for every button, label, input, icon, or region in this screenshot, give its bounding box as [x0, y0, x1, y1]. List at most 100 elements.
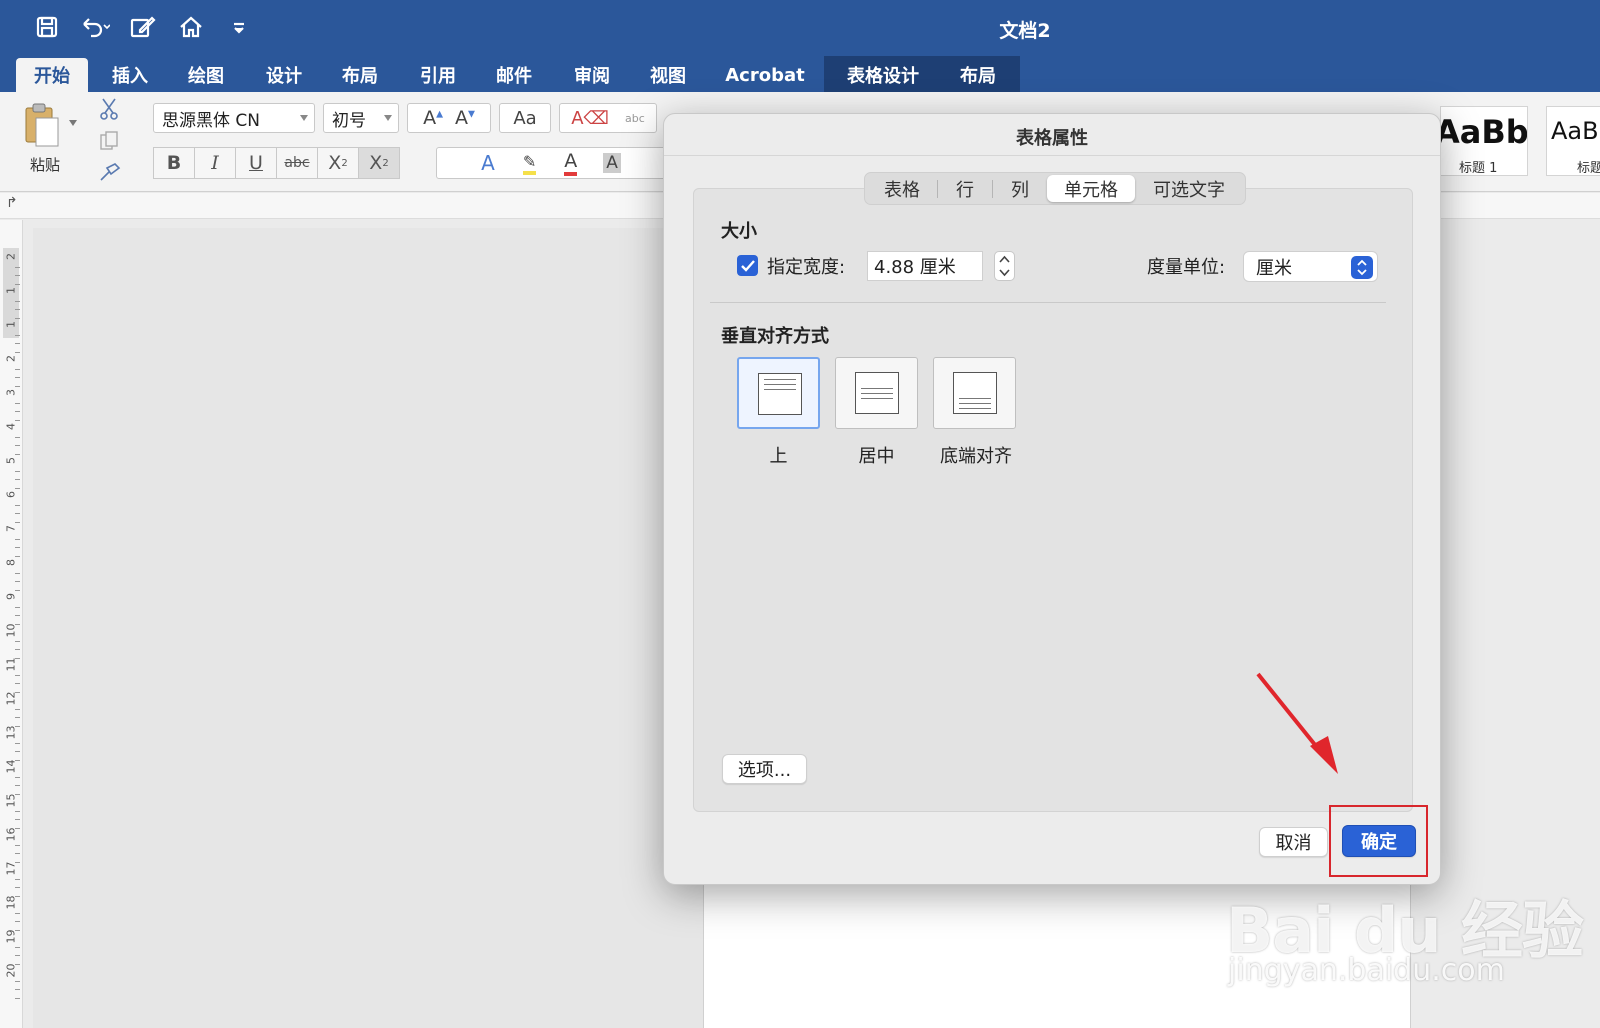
ruler-tick — [15, 674, 20, 676]
width-stepper[interactable] — [994, 251, 1015, 281]
ruler-number: 14 — [4, 759, 18, 774]
valign-bottom-button[interactable] — [933, 357, 1016, 429]
clear-formatting-icon[interactable]: A⌫ — [571, 108, 609, 129]
underline-icon[interactable]: U — [235, 147, 277, 179]
ruler-number: 11 — [4, 657, 18, 672]
format-painter-icon[interactable] — [96, 160, 122, 186]
bold-icon[interactable]: B — [153, 147, 195, 179]
grow-font-icon[interactable]: A▲ — [423, 107, 443, 129]
ruler-number: 5 — [4, 457, 18, 464]
valign-center-button[interactable] — [835, 357, 918, 429]
font-name-select[interactable]: 思源黑体 CN — [153, 103, 315, 133]
change-case-icon[interactable]: Aa — [499, 103, 551, 133]
popup-arrows-icon — [1351, 256, 1373, 279]
tab-alt-text[interactable]: 可选文字 — [1135, 175, 1243, 202]
ruler-tick — [15, 615, 20, 616]
ruler-tick — [15, 946, 20, 948]
document-title: 文档2 — [999, 20, 1051, 42]
italic-icon[interactable]: I — [194, 147, 236, 179]
font-color-icon[interactable]: A — [564, 150, 578, 176]
ruler-tick — [15, 402, 20, 404]
ruler-number: 15 — [4, 793, 18, 808]
tab-home[interactable]: 开始 — [16, 58, 88, 92]
stepper-arrows-icon — [999, 255, 1010, 277]
ruler-tick — [15, 887, 20, 888]
ruler-tick — [15, 538, 20, 540]
chevron-down-icon — [300, 115, 308, 121]
tab-table-layout[interactable]: 布局 — [944, 58, 1012, 92]
strikethrough-icon[interactable]: abc — [276, 147, 318, 179]
ruler-number: 6 — [4, 491, 18, 498]
align-bottom-icon — [953, 372, 997, 414]
ruler-number: 13 — [4, 725, 18, 740]
width-checkbox[interactable] — [737, 255, 758, 276]
cancel-button[interactable]: 取消 — [1259, 827, 1328, 857]
ruler-tick — [15, 819, 20, 820]
tab-mailings[interactable]: 邮件 — [480, 58, 548, 92]
shrink-font-icon[interactable]: A▼ — [455, 107, 475, 129]
style-title-preview: AaBb — [1551, 117, 1600, 145]
ruler-tick — [15, 547, 20, 548]
tab-references[interactable]: 引用 — [404, 58, 472, 92]
ruler-number: 1 — [4, 321, 18, 328]
ruler-tick — [15, 980, 20, 982]
tab-layout[interactable]: 布局 — [326, 58, 394, 92]
tab-stop-icon[interactable]: ↱ — [6, 195, 18, 211]
ruler-tick — [15, 640, 20, 642]
tab-cell[interactable]: 单元格 — [1047, 175, 1135, 202]
style-title-caption: 标题 — [1577, 161, 1600, 176]
tab-draw[interactable]: 绘图 — [172, 58, 240, 92]
phonetic-guide-icon[interactable]: abc — [625, 112, 645, 125]
tab-table-design[interactable]: 表格设计 — [834, 58, 932, 92]
ruler-tick — [15, 742, 20, 744]
dialog-title: 表格属性 — [1016, 128, 1088, 149]
style-title[interactable]: AaBb 标题 — [1546, 106, 1600, 176]
options-button[interactable]: 选项... — [722, 754, 807, 784]
valign-top-button[interactable] — [737, 357, 820, 429]
ruler-number: 18 — [4, 895, 18, 910]
ruler-number: 16 — [4, 827, 18, 842]
divider — [664, 155, 1440, 156]
paste-dropdown-icon[interactable] — [68, 118, 78, 128]
ruler-tick — [15, 785, 20, 786]
ruler-tick — [15, 368, 20, 370]
ruler-tick — [15, 853, 20, 854]
ruler-tick — [15, 878, 20, 880]
document-canvas[interactable] — [33, 228, 703, 1028]
cut-icon[interactable] — [96, 96, 122, 122]
tab-table[interactable]: 表格 — [867, 175, 937, 202]
ruler-tick — [15, 717, 20, 718]
ruler-number: 1 — [4, 287, 18, 294]
subscript-icon[interactable]: X2 — [317, 147, 359, 179]
font-effects-group: A ✎ A A — [436, 147, 666, 179]
superscript-icon[interactable]: X2 — [358, 147, 400, 179]
tab-review[interactable]: 审阅 — [558, 58, 626, 92]
format-buttons: B I U abc X2 X2 — [153, 147, 400, 179]
tab-acrobat[interactable]: Acrobat — [716, 58, 814, 92]
ruler-tick — [15, 411, 20, 412]
font-grow-shrink-group: A▲ A▼ — [407, 103, 491, 133]
tab-row[interactable]: 行 — [938, 175, 992, 202]
valign-bottom-label: 底端对齐 — [940, 446, 1012, 467]
clear-formatting-group: A⌫ abc — [559, 103, 657, 133]
ruler-tick — [15, 606, 20, 608]
copy-icon[interactable] — [96, 128, 122, 154]
paste-icon[interactable] — [18, 100, 66, 152]
unit-select[interactable]: 厘米 — [1243, 251, 1378, 282]
highlight-color-icon[interactable]: ✎ — [522, 152, 537, 175]
ruler-tick — [15, 470, 20, 472]
ruler-tick — [15, 572, 20, 574]
tab-design[interactable]: 设计 — [250, 58, 318, 92]
width-input[interactable]: 4.88 厘米 — [867, 251, 983, 281]
text-effects-icon[interactable]: A — [481, 151, 495, 175]
tab-insert[interactable]: 插入 — [96, 58, 164, 92]
character-shading-icon[interactable]: A — [603, 153, 621, 173]
ruler-tick — [15, 334, 20, 336]
tab-column[interactable]: 列 — [993, 175, 1047, 202]
style-heading1[interactable]: AaBbC 标题 1 — [1435, 106, 1528, 176]
title-bar: 文档2 — [0, 0, 1600, 56]
font-size-select[interactable]: 初号 — [323, 103, 399, 133]
ruler-tick — [15, 751, 20, 752]
tab-view[interactable]: 视图 — [634, 58, 702, 92]
ruler-tick — [15, 504, 20, 506]
